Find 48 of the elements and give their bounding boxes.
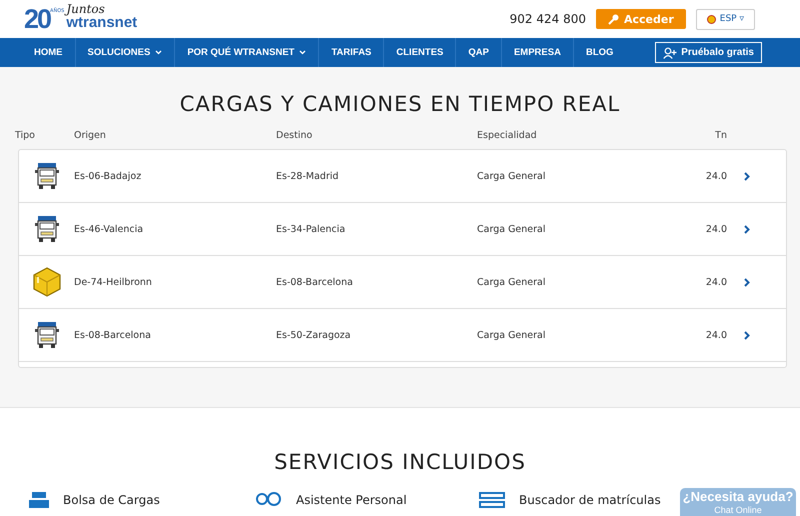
table-cell-text: Es-08-Barcelona bbox=[276, 276, 354, 288]
nav-item[interactable]: BLOG bbox=[574, 38, 626, 67]
box-icon bbox=[32, 267, 60, 297]
table-cell-text: Es-34-Palencia bbox=[276, 224, 346, 234]
table-cell-text: Es-08-Barcelona bbox=[74, 330, 152, 340]
section-title: SERVICIOS INCLUIDOS bbox=[273, 450, 527, 476]
table-cell-text: 24.0 bbox=[704, 170, 727, 182]
table-cell-text: Carga General bbox=[477, 224, 547, 234]
chevron-right-icon[interactable] bbox=[744, 172, 750, 180]
chevron-right-icon[interactable] bbox=[744, 278, 750, 286]
column-header: Tn bbox=[714, 130, 727, 140]
table-cell-text: 24.0 bbox=[704, 330, 727, 340]
table-cell-text: Es-28-Madrid bbox=[276, 170, 340, 182]
table-cell-text: Es-06-Badajoz bbox=[74, 170, 142, 182]
table-row[interactable]: De-74-Heilbronn Es-08-Barcelona Carga General 24.0 bbox=[19, 256, 786, 309]
phone-number: 902 424 800 bbox=[510, 12, 586, 26]
flag-icon bbox=[706, 14, 716, 24]
service-title: Buscador de matrículas bbox=[519, 493, 661, 507]
table-cell-text: 24.0 bbox=[704, 276, 727, 288]
column-header: Especialidad bbox=[477, 130, 538, 140]
add-user-icon bbox=[663, 46, 678, 58]
section-title: CARGAS Y CAMIONES EN TIEMPO REAL bbox=[178, 92, 622, 118]
truck-icon bbox=[34, 215, 60, 243]
table-row[interactable]: Es-46-Valencia Es-34-Palencia Carga General 24.0 bbox=[19, 203, 786, 256]
truck-icon bbox=[34, 162, 60, 190]
truck-icon bbox=[34, 321, 60, 349]
language-selector[interactable]: ESP ▿ bbox=[696, 8, 755, 30]
stack-icon bbox=[29, 492, 49, 508]
chevron-right-icon[interactable] bbox=[744, 224, 750, 234]
table-cell-text: Es-46-Valencia bbox=[74, 224, 144, 234]
table-cell-text: Carga General bbox=[477, 330, 547, 340]
table-cell-text: Es-50-Zaragoza bbox=[276, 330, 352, 340]
table-cell-text: De-74-Heilbronn bbox=[74, 276, 153, 288]
trial-button[interactable]: Pruébalo gratis bbox=[655, 42, 762, 63]
people-icon bbox=[254, 492, 282, 508]
table-cell-text: 24.0 bbox=[704, 224, 727, 234]
table-cell-text: Carga General bbox=[477, 276, 547, 288]
list-icon bbox=[479, 492, 505, 508]
table-row[interactable]: Es-06-Badajoz Es-28-Madrid Carga General 24.0 bbox=[19, 150, 786, 203]
table-row[interactable]: Es-08-Barcelona Es-50-Zaragoza Carga General 24.0 bbox=[19, 309, 786, 362]
service-title: Bolsa de Cargas bbox=[63, 493, 160, 507]
key-icon bbox=[608, 14, 619, 24]
service-title: Asistente Personal bbox=[296, 493, 407, 507]
chevron-right-icon[interactable] bbox=[744, 330, 750, 340]
column-header: Tipo bbox=[15, 130, 36, 140]
table-cell-text: Carga General bbox=[477, 170, 547, 182]
column-header: Destino bbox=[276, 130, 314, 140]
column-header: Origen bbox=[74, 130, 107, 140]
